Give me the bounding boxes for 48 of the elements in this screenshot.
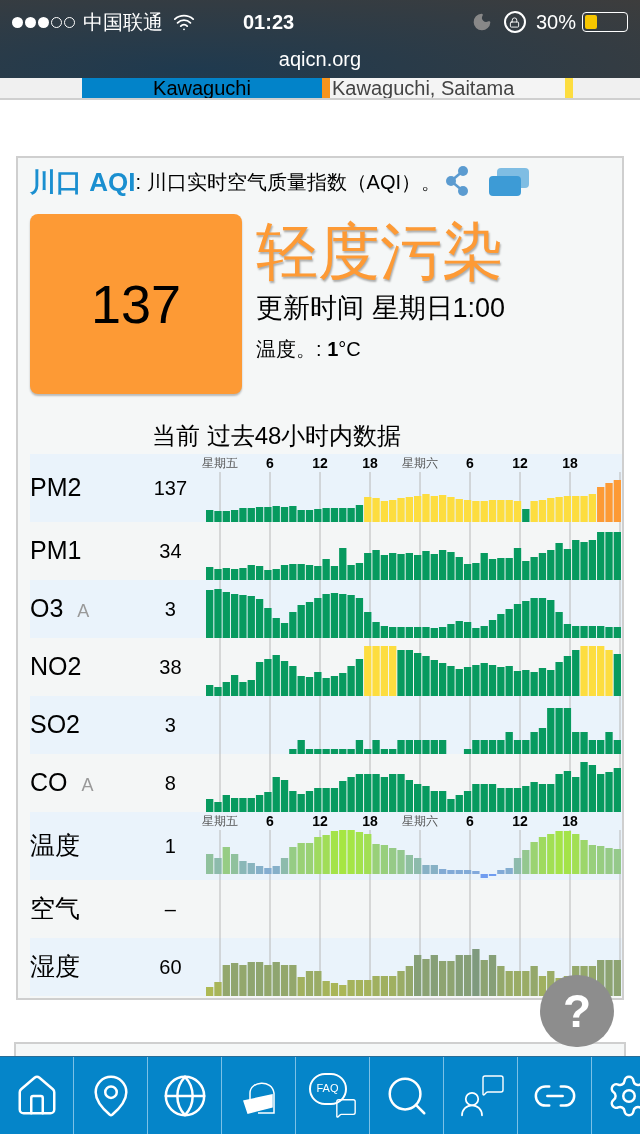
update-time: 更新时间 星期日1:00 bbox=[256, 292, 506, 325]
axis-label: 6 bbox=[466, 812, 474, 830]
axis-label: 星期六 bbox=[402, 455, 438, 472]
axis-label: 12 bbox=[512, 454, 528, 472]
battery-percent: 30% bbox=[535, 10, 576, 35]
axis-label: 6 bbox=[266, 812, 274, 830]
pollutant-name: 空气 bbox=[30, 893, 80, 925]
pollutant-value: 3 bbox=[164, 597, 176, 622]
axis-label: 12 bbox=[312, 812, 328, 830]
card-description: : 川口实时空气质量指数（AQI）。 bbox=[135, 170, 442, 195]
axis-label: 18 bbox=[362, 812, 378, 830]
axis-label: 星期六 bbox=[402, 813, 438, 830]
axis-label: 6 bbox=[466, 454, 474, 472]
history-title: 当前 过去48小时内数据 bbox=[152, 421, 402, 451]
axis-label: 18 bbox=[362, 454, 378, 472]
pollutant-name: SO2 bbox=[30, 709, 81, 741]
pollutant-name: PM1 bbox=[30, 535, 82, 567]
pollutant-value: – bbox=[164, 897, 176, 922]
toolbar-button[interactable]: FAQ bbox=[296, 1057, 370, 1134]
axis-label: 18 bbox=[562, 454, 578, 472]
pollutant-value: 8 bbox=[164, 771, 176, 796]
pollutant-name: 温度 bbox=[30, 830, 80, 862]
axis-label: 星期五 bbox=[202, 455, 238, 472]
pollutant-suffix: A bbox=[81, 774, 94, 798]
axis-label: 12 bbox=[312, 454, 328, 472]
page-url: aqicn.org bbox=[278, 47, 362, 72]
temperature-reading: 温度。: 1°C bbox=[256, 337, 362, 362]
pollutant-value: 38 bbox=[159, 655, 182, 680]
pollutant-name: CO bbox=[30, 767, 68, 799]
pollutant-name: NO2 bbox=[30, 651, 82, 683]
axis-label: 18 bbox=[562, 812, 578, 830]
pollutant-value: 137 bbox=[153, 476, 188, 501]
pollutant-value: 60 bbox=[159, 955, 182, 980]
axis-label: 6 bbox=[266, 454, 274, 472]
aqi-badge: 137 bbox=[30, 214, 242, 394]
carrier-name: 中国联通 bbox=[83, 10, 163, 35]
card-title: 川口 AQI bbox=[30, 165, 136, 199]
pollutant-name: O3 bbox=[30, 593, 64, 625]
axis-label: 星期五 bbox=[202, 813, 238, 830]
pollutant-name: PM2 bbox=[30, 472, 82, 504]
pollutant-suffix: A bbox=[77, 600, 90, 624]
pollutant-value: 3 bbox=[164, 713, 176, 738]
pollution-level: 轻度污染 bbox=[256, 216, 505, 288]
pollutant-name: 湿度 bbox=[30, 951, 80, 983]
pollutant-value: 34 bbox=[159, 539, 182, 564]
axis-label: 12 bbox=[512, 812, 528, 830]
clock: 01:23 bbox=[243, 10, 295, 35]
pollutant-value: 1 bbox=[164, 834, 176, 859]
